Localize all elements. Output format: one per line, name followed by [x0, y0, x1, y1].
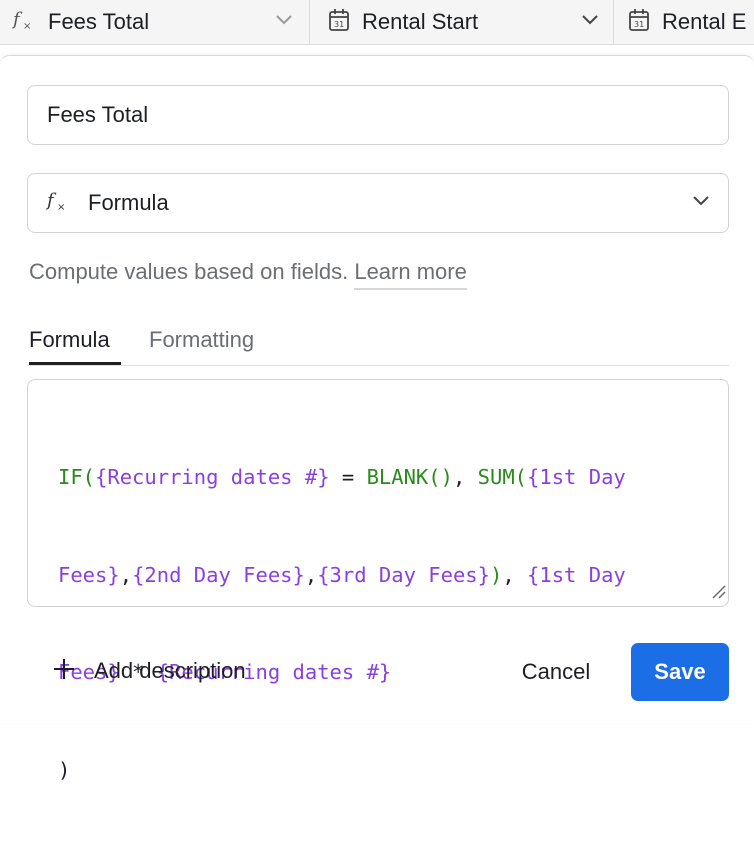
field-type-label: Formula [88, 190, 169, 215]
svg-text:f: f [46, 190, 57, 211]
svg-text:31: 31 [634, 20, 644, 29]
formula-line: Fees},{2nd Day Fees},{3rd Day Fees}), {1… [58, 559, 708, 592]
formula-line: IF({Recurring dates #} = BLANK(), SUM({1… [58, 461, 708, 494]
calendar-icon: 31 [328, 8, 350, 37]
formula-token-ref: {1st Day [527, 465, 626, 489]
column-header-label: Rental Start [362, 9, 479, 34]
column-header-label: Rental E [662, 9, 747, 34]
svg-text:31: 31 [334, 20, 344, 29]
resize-handle-icon[interactable] [710, 583, 726, 604]
chevron-down-icon[interactable] [581, 13, 599, 31]
formula-token-fn: SUM( [477, 465, 528, 489]
formula-line: ) [58, 754, 708, 787]
formula-token-op: , [119, 562, 133, 587]
column-header-fees-total[interactable]: f × Fees Total [0, 0, 310, 44]
formula-token-ref: {3rd Day Fees} [317, 562, 490, 587]
formula-token-ref: {1st Day [527, 562, 626, 587]
grid-header-row: f × Fees Total 31 Rental Start 31 Rental… [0, 0, 754, 45]
formula-token-fn: BLANK() [366, 465, 453, 489]
tab-formatting[interactable]: Formatting [149, 325, 254, 365]
field-name-input[interactable]: Fees Total [27, 85, 729, 145]
column-header-label: Fees Total [48, 9, 150, 34]
formula-editor[interactable]: IF({Recurring dates #} = BLANK(), SUM({1… [27, 379, 729, 782]
chevron-down-icon[interactable] [275, 13, 293, 31]
formula-code: IF({Recurring dates #} = BLANK(), SUM({1… [58, 396, 708, 851]
config-tabs: Formula Formatting [27, 325, 729, 366]
save-button[interactable]: Save [631, 643, 729, 701]
calendar-icon: 31 [628, 8, 650, 37]
formula-token-ref: Fees} [58, 562, 120, 587]
helper-text: Compute values based on fields. [29, 259, 349, 284]
column-header-rental-start[interactable]: 31 Rental Start [310, 0, 614, 44]
formula-token-ref: {2nd Day Fees} [132, 562, 305, 587]
formula-token-fn: IF( [58, 465, 96, 489]
formula-token-fn: ) [490, 562, 503, 587]
field-type-select[interactable]: f × Formula [27, 173, 729, 233]
tab-formula[interactable]: Formula [29, 325, 121, 365]
formula-icon: f × [11, 8, 36, 37]
chevron-down-icon [692, 194, 710, 212]
learn-more-link[interactable]: Learn more [354, 259, 467, 290]
add-description-button[interactable]: Add description [52, 653, 246, 689]
formula-token-op: = [329, 465, 367, 489]
field-config-panel: Fees Total f × Formula Compute values ba… [0, 55, 754, 782]
formula-token-op: , [304, 562, 318, 587]
helper-text-row: Compute values based on fields. Learn mo… [29, 259, 467, 290]
column-header-rental-end[interactable]: 31 Rental E [614, 0, 754, 44]
formula-token-op: ) [58, 757, 71, 782]
formula-token-op: , [502, 562, 528, 587]
svg-text:f: f [12, 9, 23, 30]
add-description-label: Add description [94, 658, 246, 683]
formula-token-ref: {Recurring dates #} [95, 465, 330, 489]
plus-icon [52, 657, 76, 686]
formula-icon: f × [45, 189, 70, 218]
svg-text:×: × [23, 21, 31, 32]
cancel-button[interactable]: Cancel [500, 643, 612, 701]
svg-text:×: × [57, 202, 65, 213]
formula-token-op: , [452, 465, 478, 489]
